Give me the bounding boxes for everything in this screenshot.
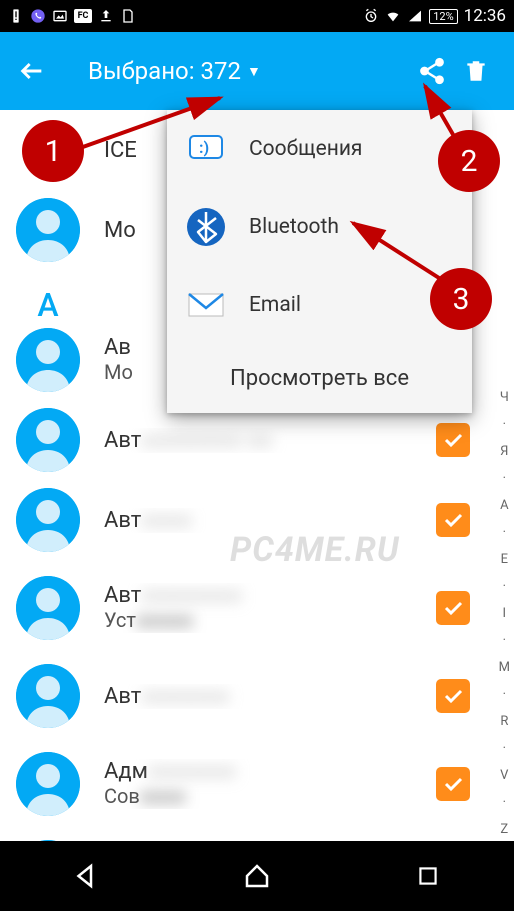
- index-dot: ·: [503, 471, 506, 486]
- checkbox-checked[interactable]: [436, 423, 470, 457]
- warning-icon: [8, 8, 24, 24]
- avatar: [16, 752, 80, 816]
- share-item-messages[interactable]: :) Сообщения: [167, 110, 472, 188]
- delete-button[interactable]: [454, 49, 498, 93]
- share-popup: :) Сообщения Bluetooth Email Просмотреть…: [167, 110, 472, 413]
- share-item-label: Bluetooth: [249, 215, 339, 239]
- index-dot: ·: [503, 741, 506, 756]
- viber-icon: [30, 8, 46, 24]
- battery-indicator: 12%: [429, 9, 457, 24]
- nav-recent-button[interactable]: [408, 856, 448, 896]
- svg-text::): :): [199, 138, 209, 157]
- index-letter[interactable]: I: [503, 606, 507, 621]
- share-item-bluetooth[interactable]: Bluetooth: [167, 188, 472, 266]
- email-icon: [185, 284, 227, 326]
- bluetooth-icon: [185, 206, 227, 248]
- avatar: [16, 576, 80, 640]
- avatar: [16, 328, 80, 392]
- index-dot: ·: [503, 525, 506, 540]
- image-icon: [52, 8, 68, 24]
- index-letter[interactable]: M: [499, 660, 510, 675]
- share-item-email[interactable]: Email: [167, 266, 472, 344]
- messages-icon: :): [185, 128, 227, 170]
- contact-name: Автооооооо: [80, 684, 436, 709]
- title-prefix: Выбрано:: [88, 57, 195, 85]
- status-left: FC: [8, 8, 136, 24]
- selection-title[interactable]: Выбрано: 372 ▼: [48, 57, 410, 85]
- index-dot: ·: [503, 633, 506, 648]
- fc-icon: FC: [74, 9, 92, 23]
- contact-row[interactable]: АлеоооооооМо: [0, 832, 514, 841]
- avatar: [16, 408, 80, 472]
- avatar: [16, 198, 80, 262]
- index-dot: ·: [503, 687, 506, 702]
- share-item-label: Email: [249, 293, 301, 317]
- nav-bar: [0, 841, 514, 911]
- signal-icon: [407, 8, 423, 24]
- contact-name: АдмоооооооСовоооо: [80, 759, 436, 809]
- index-dot: ·: [503, 579, 506, 594]
- annotation-3: 3: [430, 268, 492, 330]
- status-right: 12% 12:36: [363, 6, 506, 26]
- index-letter[interactable]: V: [500, 768, 508, 783]
- clock: 12:36: [464, 6, 506, 26]
- contact-name: Автоооооооо оо: [80, 428, 436, 453]
- index-letter[interactable]: Ч: [500, 390, 509, 405]
- checkbox-checked[interactable]: [436, 679, 470, 713]
- back-button[interactable]: [16, 55, 48, 87]
- alarm-icon: [363, 8, 379, 24]
- share-view-all[interactable]: Просмотреть все: [167, 344, 472, 413]
- selected-count: 372: [201, 57, 241, 85]
- dropdown-arrow-icon: ▼: [247, 63, 261, 80]
- contact-row[interactable]: АвтооооооооУстооооо: [0, 560, 514, 656]
- app-bar: Выбрано: 372 ▼: [0, 32, 514, 110]
- avatar: [16, 488, 80, 552]
- share-item-label: Сообщения: [249, 137, 362, 161]
- checkbox-checked[interactable]: [436, 591, 470, 625]
- nav-home-button[interactable]: [237, 856, 277, 896]
- index-dot: ·: [503, 795, 506, 810]
- index-letter[interactable]: R: [500, 714, 508, 729]
- contact-row[interactable]: Автооооооо: [0, 656, 514, 736]
- index-dot: ·: [503, 417, 506, 432]
- watermark: PC4ME.RU: [230, 530, 400, 570]
- index-letter[interactable]: Я: [500, 444, 508, 459]
- checkbox-checked[interactable]: [436, 767, 470, 801]
- annotation-1: 1: [22, 120, 84, 182]
- index-letter[interactable]: A: [500, 498, 508, 513]
- alphabet-index[interactable]: Ч · Я · A · E · I · M · R · V · Z · #: [499, 390, 510, 841]
- contact-name: АвтооооооооУстооооо: [80, 583, 436, 633]
- contact-name: Автоооо: [80, 508, 436, 533]
- share-button[interactable]: [410, 49, 454, 93]
- annotation-2: 2: [438, 130, 500, 192]
- index-letter[interactable]: E: [501, 552, 508, 567]
- contact-row[interactable]: АдмоооооооСовоооо: [0, 736, 514, 832]
- upload-icon: [98, 8, 114, 24]
- status-bar: FC 12% 12:36: [0, 0, 514, 32]
- nav-back-button[interactable]: [66, 856, 106, 896]
- index-letter[interactable]: Z: [500, 822, 508, 837]
- avatar: [16, 664, 80, 728]
- wifi-icon: [385, 8, 401, 24]
- checkbox-checked[interactable]: [436, 503, 470, 537]
- sd-icon: [120, 8, 136, 24]
